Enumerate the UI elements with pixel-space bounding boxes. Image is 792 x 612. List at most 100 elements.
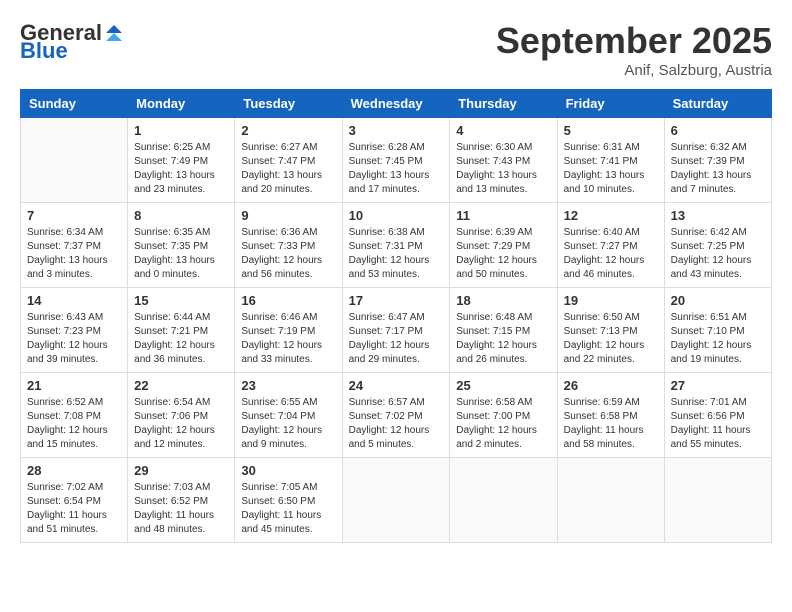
calendar-cell: 15Sunrise: 6:44 AM Sunset: 7:21 PM Dayli… [128,288,235,373]
weekday-header-tuesday: Tuesday [235,90,342,118]
weekday-header-row: SundayMondayTuesdayWednesdayThursdayFrid… [21,90,772,118]
day-number: 2 [241,123,335,138]
day-number: 17 [349,293,444,308]
day-number: 23 [241,378,335,393]
day-info: Sunrise: 6:44 AM Sunset: 7:21 PM Dayligh… [134,311,228,367]
day-number: 22 [134,378,228,393]
day-number: 7 [27,208,121,223]
day-info: Sunrise: 6:28 AM Sunset: 7:45 PM Dayligh… [349,141,444,197]
day-info: Sunrise: 7:01 AM Sunset: 6:56 PM Dayligh… [671,396,765,452]
day-number: 28 [27,463,121,478]
day-number: 14 [27,293,121,308]
day-number: 13 [671,208,765,223]
week-row-1: 1 Sunrise: 6:25 AM Sunset: 7:49 PM Daylig… [21,118,772,203]
logo-icon [104,23,124,43]
day-number: 27 [671,378,765,393]
day-number: 24 [349,378,444,393]
weekday-header-thursday: Thursday [450,90,557,118]
day-info: Sunrise: 6:40 AM Sunset: 7:27 PM Dayligh… [564,226,658,282]
calendar-cell: 6Sunrise: 6:32 AM Sunset: 7:39 PM Daylig… [664,118,771,203]
day-info: Sunrise: 6:54 AM Sunset: 7:06 PM Dayligh… [134,396,228,452]
day-number: 19 [564,293,658,308]
day-info: Sunrise: 6:36 AM Sunset: 7:33 PM Dayligh… [241,226,335,282]
calendar-cell [450,458,557,543]
day-number: 26 [564,378,658,393]
calendar-cell: 3 Sunrise: 6:28 AM Sunset: 7:45 PM Daylig… [342,118,450,203]
weekday-header-friday: Friday [557,90,664,118]
calendar-cell: 14Sunrise: 6:43 AM Sunset: 7:23 PM Dayli… [21,288,128,373]
title-block: September 2025 Anif, Salzburg, Austria [496,20,772,79]
calendar-cell: 17 Sunrise: 6:47 AM Sunset: 7:17 PM Dayli… [342,288,450,373]
day-info: Sunrise: 6:52 AM Sunset: 7:08 PM Dayligh… [27,396,121,452]
calendar-table: SundayMondayTuesdayWednesdayThursdayFrid… [20,89,772,543]
day-info: Sunrise: 6:48 AM Sunset: 7:15 PM Dayligh… [456,311,550,367]
calendar-cell: 29Sunrise: 7:03 AM Sunset: 6:52 PM Dayli… [128,458,235,543]
calendar-cell [21,118,128,203]
day-number: 10 [349,208,444,223]
logo-blue: Blue [20,38,68,64]
day-number: 5 [564,123,658,138]
weekday-header-wednesday: Wednesday [342,90,450,118]
calendar-cell: 21 Sunrise: 6:52 AM Sunset: 7:08 PM Dayli… [21,373,128,458]
calendar-cell: 8 Sunrise: 6:35 AM Sunset: 7:35 PM Daylig… [128,203,235,288]
calendar-cell [664,458,771,543]
weekday-header-sunday: Sunday [21,90,128,118]
day-info: Sunrise: 6:55 AM Sunset: 7:04 PM Dayligh… [241,396,335,452]
day-info: Sunrise: 6:31 AM Sunset: 7:41 PM Dayligh… [564,141,658,197]
day-info: Sunrise: 6:39 AM Sunset: 7:29 PM Dayligh… [456,226,550,282]
week-row-4: 21 Sunrise: 6:52 AM Sunset: 7:08 PM Dayli… [21,373,772,458]
day-info: Sunrise: 6:47 AM Sunset: 7:17 PM Dayligh… [349,311,444,367]
weekday-header-monday: Monday [128,90,235,118]
logo: General Blue [20,20,124,64]
day-info: Sunrise: 6:30 AM Sunset: 7:43 PM Dayligh… [456,141,550,197]
day-number: 3 [349,123,444,138]
calendar-cell: 16 Sunrise: 6:46 AM Sunset: 7:19 PM Dayli… [235,288,342,373]
day-number: 1 [134,123,228,138]
day-number: 11 [456,208,550,223]
calendar-cell: 20 Sunrise: 6:51 AM Sunset: 7:10 PM Dayli… [664,288,771,373]
day-info: Sunrise: 7:03 AM Sunset: 6:52 PM Dayligh… [134,481,228,537]
day-number: 30 [241,463,335,478]
calendar-cell: 23 Sunrise: 6:55 AM Sunset: 7:04 PM Dayli… [235,373,342,458]
day-number: 8 [134,208,228,223]
calendar-cell: 13 Sunrise: 6:42 AM Sunset: 7:25 PM Dayli… [664,203,771,288]
calendar-cell: 12Sunrise: 6:40 AM Sunset: 7:27 PM Dayli… [557,203,664,288]
day-info: Sunrise: 6:38 AM Sunset: 7:31 PM Dayligh… [349,226,444,282]
day-number: 6 [671,123,765,138]
weekday-header-saturday: Saturday [664,90,771,118]
day-info: Sunrise: 7:05 AM Sunset: 6:50 PM Dayligh… [241,481,335,537]
day-number: 18 [456,293,550,308]
day-info: Sunrise: 6:46 AM Sunset: 7:19 PM Dayligh… [241,311,335,367]
day-info: Sunrise: 6:59 AM Sunset: 6:58 PM Dayligh… [564,396,658,452]
day-info: Sunrise: 7:02 AM Sunset: 6:54 PM Dayligh… [27,481,121,537]
day-number: 20 [671,293,765,308]
calendar-cell [342,458,450,543]
month-title: September 2025 [496,20,772,62]
calendar-cell: 9 Sunrise: 6:36 AM Sunset: 7:33 PM Daylig… [235,203,342,288]
day-info: Sunrise: 6:50 AM Sunset: 7:13 PM Dayligh… [564,311,658,367]
calendar-cell: 26 Sunrise: 6:59 AM Sunset: 6:58 PM Dayli… [557,373,664,458]
day-info: Sunrise: 6:35 AM Sunset: 7:35 PM Dayligh… [134,226,228,282]
calendar-cell: 10 Sunrise: 6:38 AM Sunset: 7:31 PM Dayli… [342,203,450,288]
day-number: 21 [27,378,121,393]
week-row-3: 14Sunrise: 6:43 AM Sunset: 7:23 PM Dayli… [21,288,772,373]
day-number: 16 [241,293,335,308]
calendar-cell: 7Sunrise: 6:34 AM Sunset: 7:37 PM Daylig… [21,203,128,288]
calendar-cell: 2Sunrise: 6:27 AM Sunset: 7:47 PM Daylig… [235,118,342,203]
calendar-cell: 5 Sunrise: 6:31 AM Sunset: 7:41 PM Daylig… [557,118,664,203]
day-info: Sunrise: 6:57 AM Sunset: 7:02 PM Dayligh… [349,396,444,452]
day-number: 9 [241,208,335,223]
location-subtitle: Anif, Salzburg, Austria [496,62,772,79]
calendar-cell [557,458,664,543]
calendar-cell: 11 Sunrise: 6:39 AM Sunset: 7:29 PM Dayli… [450,203,557,288]
day-info: Sunrise: 6:51 AM Sunset: 7:10 PM Dayligh… [671,311,765,367]
calendar-cell: 25Sunrise: 6:58 AM Sunset: 7:00 PM Dayli… [450,373,557,458]
day-info: Sunrise: 6:42 AM Sunset: 7:25 PM Dayligh… [671,226,765,282]
calendar-cell: 28 Sunrise: 7:02 AM Sunset: 6:54 PM Dayli… [21,458,128,543]
day-info: Sunrise: 6:58 AM Sunset: 7:00 PM Dayligh… [456,396,550,452]
day-info: Sunrise: 6:25 AM Sunset: 7:49 PM Dayligh… [134,141,228,197]
day-number: 4 [456,123,550,138]
calendar-cell: 18 Sunrise: 6:48 AM Sunset: 7:15 PM Dayli… [450,288,557,373]
calendar-cell: 30 Sunrise: 7:05 AM Sunset: 6:50 PM Dayli… [235,458,342,543]
calendar-cell: 19 Sunrise: 6:50 AM Sunset: 7:13 PM Dayli… [557,288,664,373]
